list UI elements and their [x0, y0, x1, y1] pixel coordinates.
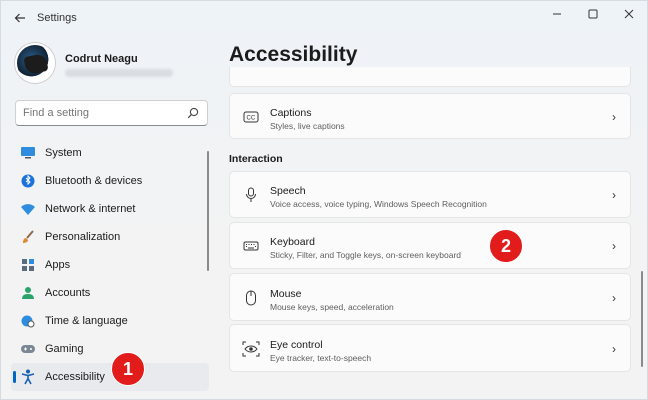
sidebar-item-label: Time & language: [45, 315, 128, 327]
mouse-description: Mouse keys, speed, acceleration: [270, 302, 394, 312]
captions-card[interactable]: CC Captions Styles, live captions ›: [229, 93, 631, 139]
avatar: [15, 43, 55, 83]
captions-description: Styles, live captions: [270, 121, 345, 131]
eye-icon: [242, 340, 260, 358]
sidebar-item-accounts[interactable]: Accounts: [11, 279, 209, 307]
sidebar-scrollbar[interactable]: [207, 151, 209, 271]
keyboard-icon: [242, 237, 260, 255]
search-input[interactable]: [23, 107, 183, 119]
back-button[interactable]: [9, 7, 31, 29]
apps-icon: [19, 256, 37, 274]
maximize-button[interactable]: [575, 1, 611, 27]
main-scrollbar[interactable]: [641, 271, 643, 367]
annotation-badge-1: 1: [111, 352, 145, 386]
user-email-redacted: [65, 69, 173, 77]
speech-card[interactable]: Speech Voice access, voice typing, Windo…: [229, 171, 631, 218]
close-button[interactable]: [611, 1, 647, 27]
sidebar-item-label: System: [45, 147, 82, 159]
sidebar-item-accessibility[interactable]: Accessibility: [11, 363, 209, 391]
sidebar-item-label: Apps: [45, 259, 71, 271]
monitor-icon: [19, 144, 37, 162]
svg-text:CC: CC: [247, 116, 256, 122]
sidebar-item-system[interactable]: System: [11, 139, 209, 167]
sidebar-item-label: Accessibility: [45, 371, 105, 383]
maximize-icon: [588, 9, 598, 19]
gamepad-icon: [19, 340, 37, 358]
back-arrow-icon: [14, 13, 25, 23]
sidebar-item-label: Bluetooth & devices: [45, 175, 143, 187]
sidebar-item-apps[interactable]: Apps: [11, 251, 209, 279]
sidebar-item-label: Gaming: [45, 343, 84, 355]
sidebar-nav: System Bluetooth & devices Network & int…: [11, 139, 209, 391]
search-icon: [187, 107, 199, 119]
speech-title: Speech: [270, 185, 306, 197]
bluetooth-icon: [19, 172, 37, 190]
user-name: Codrut Neagu: [65, 53, 138, 65]
chevron-right-icon: ›: [612, 188, 616, 202]
wifi-icon: [19, 200, 37, 218]
page-title: Accessibility: [229, 43, 358, 66]
minimize-button[interactable]: [539, 1, 575, 27]
sidebar-item-label: Accounts: [45, 287, 91, 299]
eye-control-description: Eye tracker, text-to-speech: [270, 353, 372, 363]
accessibility-icon: [19, 368, 37, 386]
sidebar-item-time-language[interactable]: Time & language: [11, 307, 209, 335]
chevron-right-icon: ›: [612, 239, 616, 253]
eye-control-title: Eye control: [270, 339, 323, 351]
captions-title: Captions: [270, 107, 312, 119]
sidebar-item-personalization[interactable]: Personalization: [11, 223, 209, 251]
sidebar-item-label: Network & internet: [45, 203, 136, 215]
eye-control-card[interactable]: Eye control Eye tracker, text-to-speech …: [229, 324, 631, 372]
sidebar-item-gaming[interactable]: Gaming: [11, 335, 209, 363]
speech-description: Voice access, voice typing, Windows Spee…: [270, 199, 487, 209]
globe-clock-icon: [19, 312, 37, 330]
chevron-right-icon: ›: [612, 110, 616, 124]
chevron-right-icon: ›: [612, 342, 616, 356]
close-icon: [624, 9, 634, 19]
annotation-badge-2: 2: [489, 229, 523, 263]
captions-icon: CC: [242, 108, 260, 126]
mouse-icon: [242, 289, 260, 307]
search-box[interactable]: [15, 100, 208, 126]
microphone-icon: [242, 186, 260, 204]
mouse-card[interactable]: Mouse Mouse keys, speed, acceleration ›: [229, 273, 631, 321]
keyboard-title: Keyboard: [270, 236, 315, 248]
settings-window: Settings Codrut Neagu System: [0, 0, 648, 400]
sidebar-item-bluetooth[interactable]: Bluetooth & devices: [11, 167, 209, 195]
chevron-right-icon: ›: [612, 291, 616, 305]
person-icon: [19, 284, 37, 302]
app-title: Settings: [37, 12, 77, 24]
minimize-icon: [553, 13, 561, 15]
keyboard-card[interactable]: Keyboard Sticky, Filter, and Toggle keys…: [229, 222, 631, 269]
brush-icon: [19, 228, 37, 246]
title-bar: Settings: [1, 1, 647, 35]
section-header-interaction: Interaction: [229, 153, 283, 165]
keyboard-description: Sticky, Filter, and Toggle keys, on-scre…: [270, 250, 462, 260]
sidebar-item-label: Personalization: [45, 231, 121, 243]
mouse-title: Mouse: [270, 288, 302, 300]
window-controls: [539, 1, 647, 27]
partial-settings-card[interactable]: [229, 67, 631, 87]
sidebar-item-network[interactable]: Network & internet: [11, 195, 209, 223]
